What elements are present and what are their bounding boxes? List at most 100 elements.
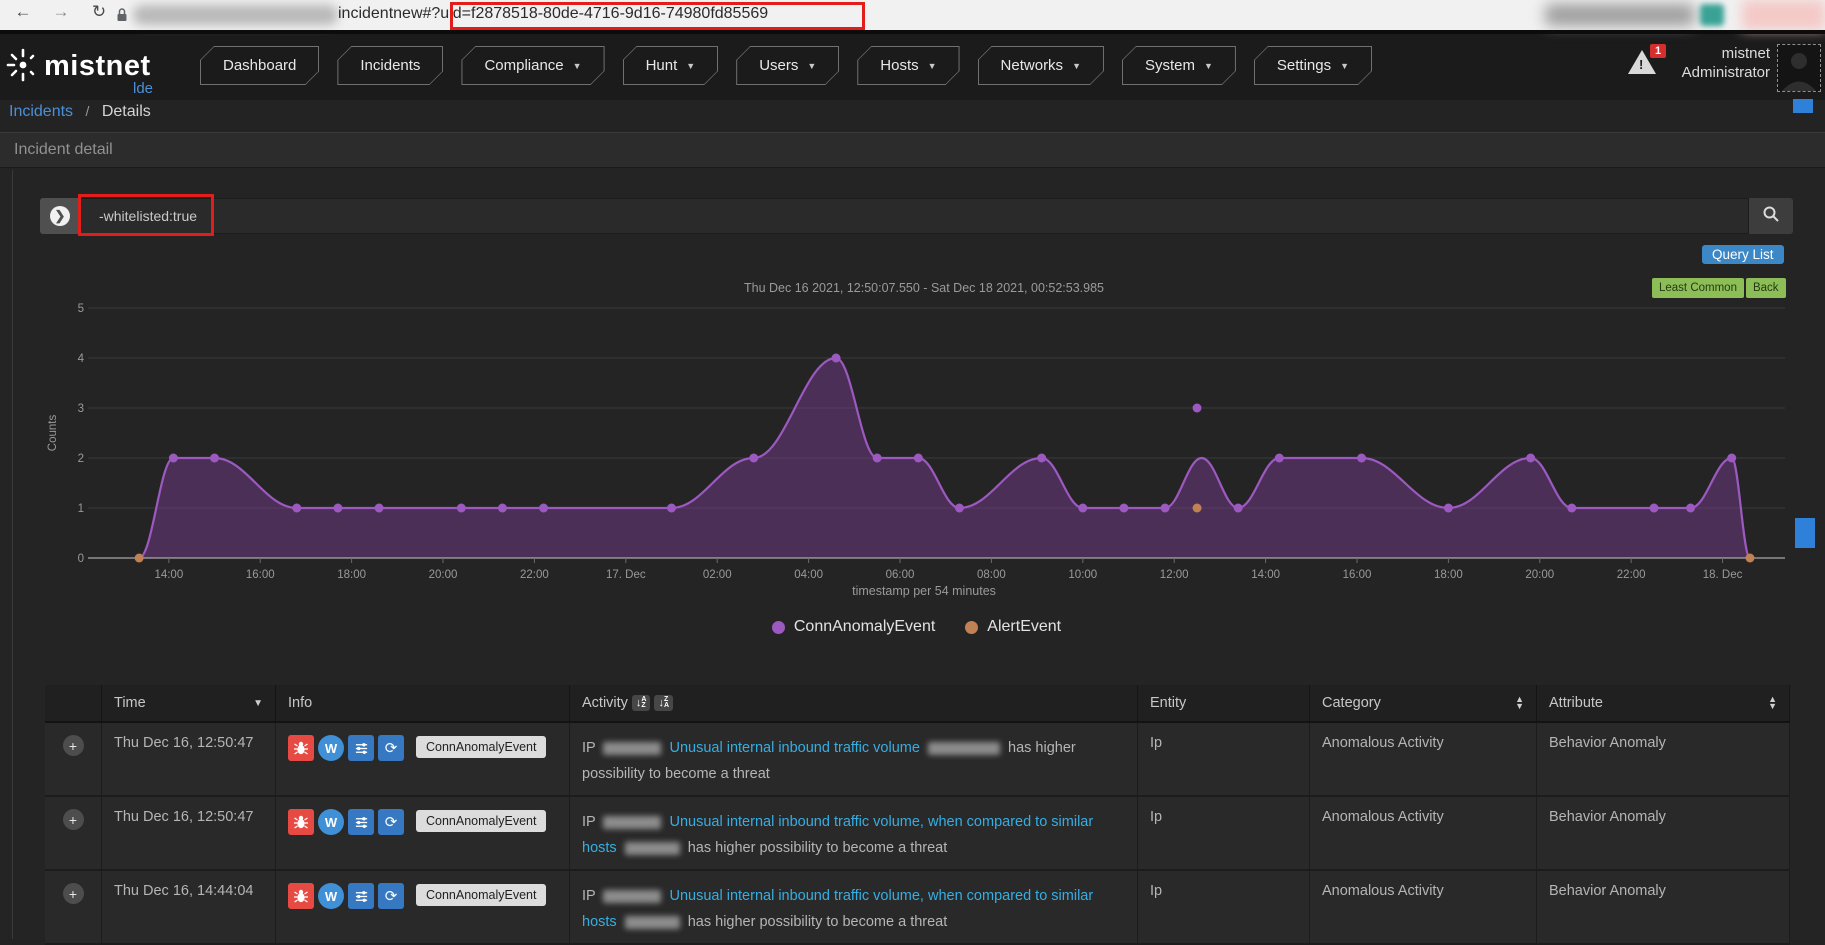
events-table: Time▼InfoActivity↓AZ↓ZAEntityCategory▲▼A… bbox=[45, 685, 1790, 945]
nav-item-hosts[interactable]: Hosts▼ bbox=[857, 46, 959, 85]
nav-item-dashboard[interactable]: Dashboard bbox=[200, 46, 319, 85]
alerts-warning-icon[interactable]: 1 bbox=[1628, 50, 1668, 80]
nav-item-incidents[interactable]: Incidents bbox=[337, 46, 443, 85]
table-header: Time▼InfoActivity↓AZ↓ZAEntityCategory▲▼A… bbox=[45, 685, 1790, 723]
expand-row-button[interactable]: + bbox=[63, 735, 84, 756]
back-icon[interactable]: ← bbox=[10, 2, 36, 22]
table-row: +Thu Dec 16, 14:44:04W⟳ConnAnomalyEventI… bbox=[45, 871, 1790, 945]
svg-text:18:00: 18:00 bbox=[1434, 569, 1463, 581]
svg-text:20:00: 20:00 bbox=[429, 569, 458, 581]
expand-row-button[interactable]: + bbox=[63, 883, 84, 904]
column-header-info: Info bbox=[276, 685, 570, 721]
column-header-activity[interactable]: Activity↓AZ↓ZA bbox=[570, 685, 1138, 721]
scroll-marker-top[interactable] bbox=[1793, 99, 1813, 113]
legend-item-connanomalyevent[interactable]: ConnAnomalyEvent bbox=[772, 618, 935, 636]
browser-toolbar: ← → ↻ incidentnew#?uid=f2878518-80de-471… bbox=[0, 0, 1825, 30]
nav-item-settings[interactable]: Settings▼ bbox=[1254, 46, 1372, 85]
bug-icon[interactable] bbox=[288, 735, 314, 761]
brand-logo[interactable]: mistnet bbox=[6, 44, 151, 89]
row-attribute: Behavior Anomaly bbox=[1537, 723, 1790, 795]
bug-icon[interactable] bbox=[288, 809, 314, 835]
svg-text:1: 1 bbox=[78, 503, 84, 515]
nav-item-system[interactable]: System▼ bbox=[1122, 46, 1236, 85]
row-entity: Ip bbox=[1138, 871, 1310, 943]
scroll-marker-mid[interactable] bbox=[1795, 518, 1815, 548]
user-name[interactable]: mistnet Administrator bbox=[1682, 44, 1770, 82]
svg-text:2: 2 bbox=[78, 453, 84, 465]
sort-updown-icon[interactable]: ▲▼ bbox=[1515, 696, 1524, 710]
row-entity: Ip bbox=[1138, 797, 1310, 869]
svg-text:3: 3 bbox=[78, 403, 84, 415]
event-type-badge: ConnAnomalyEvent bbox=[416, 810, 546, 832]
chevron-down-icon: ▼ bbox=[1340, 61, 1349, 71]
legend-dot bbox=[772, 621, 785, 634]
expand-query-button[interactable]: ❯ bbox=[40, 198, 80, 234]
watchlist-icon[interactable]: W bbox=[318, 809, 344, 835]
nav-item-hunt[interactable]: Hunt▼ bbox=[623, 46, 719, 85]
sort-caret-icon[interactable]: ▼ bbox=[253, 698, 263, 709]
chevron-down-icon: ▼ bbox=[928, 61, 937, 71]
svg-text:18. Dec: 18. Dec bbox=[1703, 569, 1743, 581]
column-header-attribute[interactable]: Attribute▲▼ bbox=[1537, 685, 1790, 721]
sync-icon[interactable]: ⟳ bbox=[378, 883, 404, 909]
watchlist-icon[interactable]: W bbox=[318, 883, 344, 909]
sort-updown-icon[interactable]: ▲▼ bbox=[1768, 696, 1777, 710]
row-attribute: Behavior Anomaly bbox=[1537, 797, 1790, 869]
row-time: Thu Dec 16, 12:50:47 bbox=[102, 723, 276, 795]
svg-text:08:00: 08:00 bbox=[977, 569, 1006, 581]
redacted-value bbox=[603, 742, 661, 755]
redacted-value bbox=[625, 916, 680, 929]
bug-icon[interactable] bbox=[288, 883, 314, 909]
events-timeline-chart: Thu Dec 16 2021, 12:50:07.550 - Sat Dec … bbox=[40, 268, 1793, 648]
column-header-time[interactable]: Time▼ bbox=[102, 685, 276, 721]
row-category: Anomalous Activity bbox=[1310, 871, 1537, 943]
breadcrumb: Incidents / Details bbox=[9, 103, 151, 121]
sort-az-button[interactable]: ↓AZ bbox=[632, 695, 651, 711]
redacted-value bbox=[928, 742, 1000, 755]
sync-icon[interactable]: ⟳ bbox=[378, 809, 404, 835]
sync-icon[interactable]: ⟳ bbox=[378, 735, 404, 761]
filters-icon[interactable] bbox=[348, 883, 374, 909]
filters-icon[interactable] bbox=[348, 735, 374, 761]
breadcrumb-incidents-link[interactable]: Incidents bbox=[9, 103, 73, 120]
user-avatar[interactable] bbox=[1777, 44, 1821, 92]
nav-item-users[interactable]: Users▼ bbox=[736, 46, 839, 85]
back-button[interactable]: Back bbox=[1746, 278, 1786, 298]
extension-icon[interactable] bbox=[1700, 4, 1724, 26]
watchlist-icon[interactable]: W bbox=[318, 735, 344, 761]
row-activity: IP Unusual internal inbound traffic volu… bbox=[570, 723, 1138, 795]
query-list-button[interactable]: Query List bbox=[1702, 245, 1784, 264]
event-type-badge: ConnAnomalyEvent bbox=[416, 736, 546, 758]
search-icon bbox=[1762, 205, 1780, 228]
chevron-right-icon: ❯ bbox=[50, 206, 70, 226]
event-type-badge: ConnAnomalyEvent bbox=[416, 884, 546, 906]
profile-avatar-blur[interactable] bbox=[1742, 0, 1825, 30]
activity-link[interactable]: Unusual internal inbound traffic volume bbox=[670, 740, 920, 756]
search-button[interactable] bbox=[1749, 198, 1793, 234]
column-header-entity: Entity bbox=[1138, 685, 1310, 721]
forward-icon[interactable]: → bbox=[48, 2, 74, 22]
svg-text:16:00: 16:00 bbox=[246, 569, 275, 581]
nav-item-networks[interactable]: Networks▼ bbox=[978, 46, 1104, 85]
nav-item-compliance[interactable]: Compliance▼ bbox=[461, 46, 604, 85]
row-category: Anomalous Activity bbox=[1310, 723, 1537, 795]
nav-menu: Dashboard Incidents Compliance▼ Hunt▼ Users▼… bbox=[200, 46, 1372, 85]
chevron-down-icon: ▼ bbox=[573, 61, 582, 71]
svg-text:16:00: 16:00 bbox=[1343, 569, 1372, 581]
filters-icon[interactable] bbox=[348, 809, 374, 835]
legend-item-alertevent[interactable]: AlertEvent bbox=[965, 618, 1061, 636]
panel-left-edge bbox=[12, 170, 13, 939]
row-time: Thu Dec 16, 12:50:47 bbox=[102, 797, 276, 869]
activity-text: has higher possibility to become a threa… bbox=[688, 840, 948, 856]
row-activity: IP Unusual internal inbound traffic volu… bbox=[570, 871, 1138, 943]
redacted-value bbox=[625, 842, 680, 855]
mistnet-burst-icon bbox=[6, 44, 40, 89]
search-input[interactable] bbox=[80, 198, 1749, 234]
expand-row-button[interactable]: + bbox=[63, 809, 84, 830]
column-header-category[interactable]: Category▲▼ bbox=[1310, 685, 1537, 721]
chart-canvas[interactable]: Thu Dec 16 2021, 12:50:07.550 - Sat Dec … bbox=[40, 268, 1793, 608]
sort-za-button[interactable]: ↓ZA bbox=[654, 695, 673, 711]
least-common-button[interactable]: Least Common bbox=[1652, 278, 1744, 298]
reload-icon[interactable]: ↻ bbox=[86, 2, 112, 22]
row-info: W ⟳ ConnAnomalyEvent bbox=[276, 723, 570, 795]
